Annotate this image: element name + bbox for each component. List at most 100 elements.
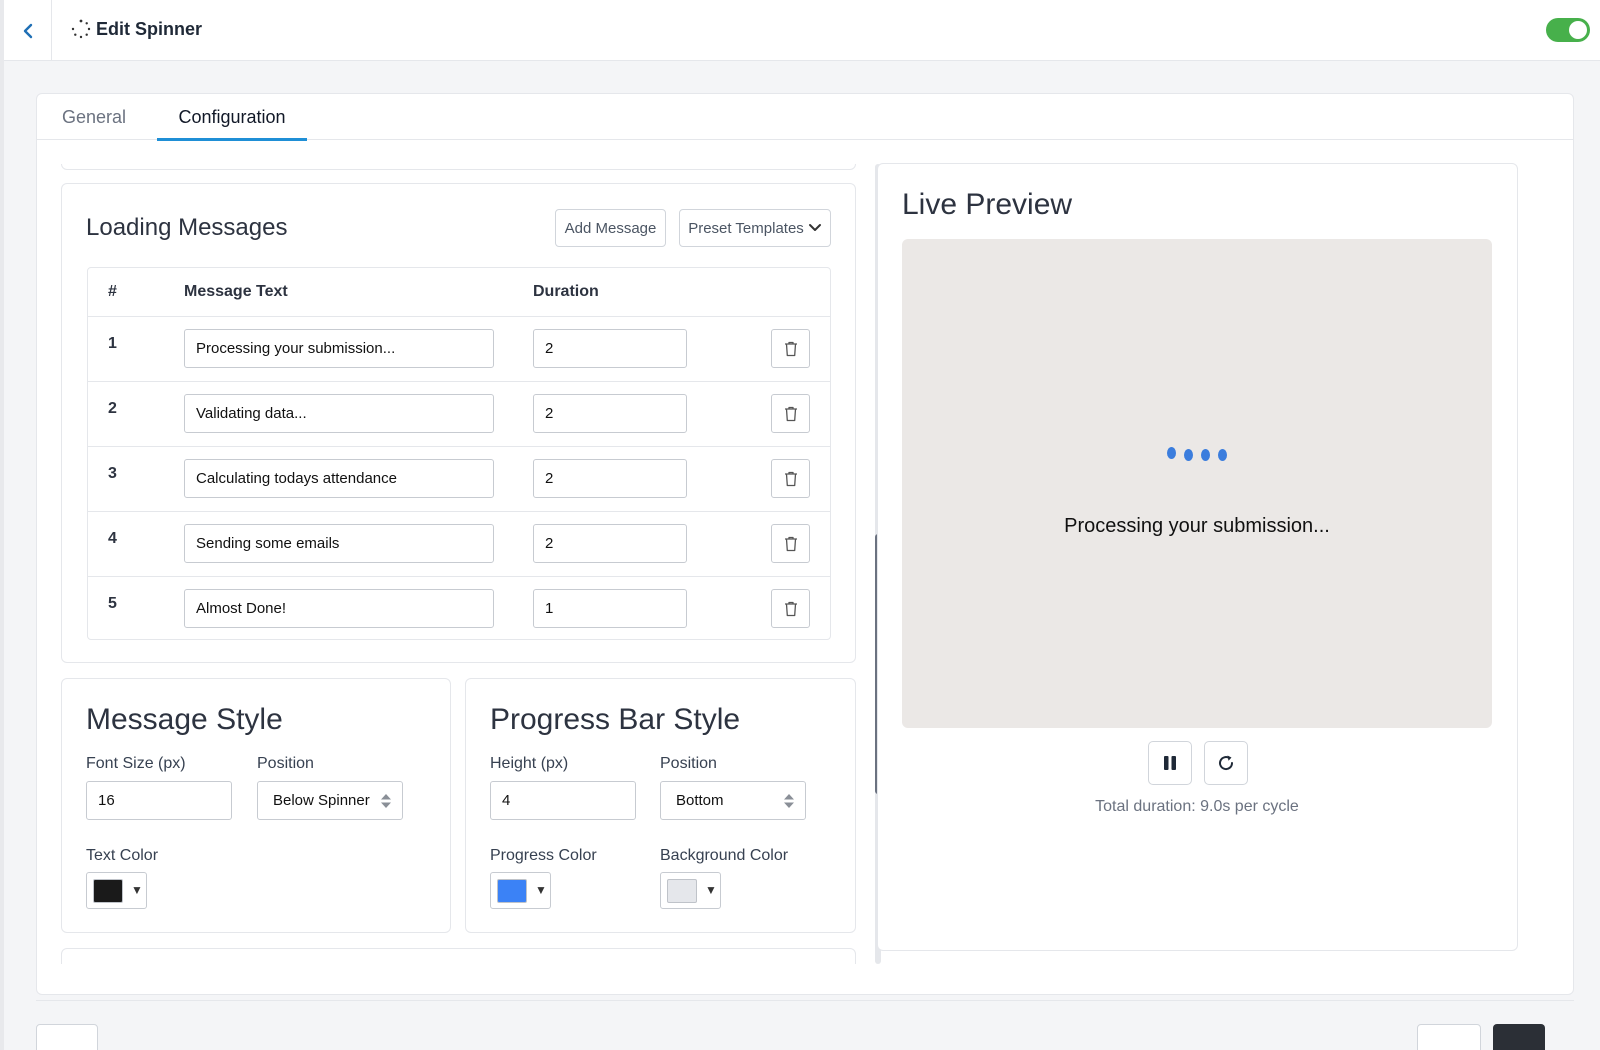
footer-secondary-button[interactable] — [1417, 1024, 1481, 1050]
spinner-dot — [1218, 449, 1227, 461]
delete-row-button[interactable] — [771, 394, 810, 433]
text-color-picker[interactable]: ▼ — [86, 872, 147, 909]
message-text-input[interactable] — [184, 589, 494, 628]
table-row: 4 — [88, 511, 830, 576]
delete-row-button[interactable] — [771, 589, 810, 628]
config-scroll-area[interactable]: Loading Messages Add Message Preset Temp… — [61, 164, 863, 964]
duration-input[interactable] — [533, 329, 687, 368]
trash-icon — [784, 341, 797, 356]
tab-configuration[interactable]: Configuration — [157, 94, 307, 141]
select-arrows-icon — [381, 794, 391, 808]
duration-input[interactable] — [533, 459, 687, 498]
column-header-number: # — [108, 283, 117, 300]
progress-position-value: Bottom — [676, 792, 724, 809]
duration-input[interactable] — [533, 589, 687, 628]
page-title-wrap: Edit Spinner — [70, 18, 202, 40]
tab-configuration-label: Configuration — [178, 106, 286, 127]
font-size-input[interactable] — [86, 781, 232, 820]
top-bar: Edit Spinner — [4, 0, 1600, 61]
progress-position-select[interactable]: Bottom — [660, 781, 806, 820]
progress-color-picker[interactable]: ▼ — [490, 872, 551, 909]
message-text-input[interactable] — [184, 524, 494, 563]
duration-input[interactable] — [533, 394, 687, 433]
refresh-icon — [1219, 755, 1234, 771]
delete-row-button[interactable] — [771, 524, 810, 563]
message-text-input[interactable] — [184, 394, 494, 433]
footer-left-button[interactable] — [36, 1024, 98, 1050]
message-style-title: Message Style — [86, 703, 283, 736]
message-position-value: Below Spinner — [273, 792, 370, 809]
text-color-label: Text Color — [86, 847, 159, 864]
progress-color-label: Progress Color — [490, 847, 597, 864]
progress-position-label: Position — [660, 755, 717, 772]
background-color-label: Background Color — [660, 847, 789, 864]
font-size-label: Font Size (px) — [86, 755, 186, 772]
progress-color-swatch — [497, 879, 527, 903]
pause-icon — [1164, 756, 1176, 770]
progress-bar-style-card: Progress Bar Style Height (px) Position … — [465, 678, 856, 933]
toggle-knob — [1569, 21, 1587, 39]
table-row: 1 — [88, 316, 830, 381]
tab-general[interactable]: General — [37, 94, 151, 140]
tab-bar: General Configuration — [37, 94, 1573, 141]
messages-table: # Message Text Duration 1 2 — [87, 267, 831, 640]
footer-primary-button[interactable] — [1493, 1024, 1545, 1050]
next-section-card — [61, 948, 856, 964]
height-input[interactable] — [490, 781, 636, 820]
preview-message: Processing your submission... — [1064, 515, 1330, 537]
chevron-left-icon — [23, 23, 32, 38]
select-arrows-icon — [784, 794, 794, 808]
main-card: General Configuration Loading Messages A… — [36, 93, 1574, 995]
preset-templates-button[interactable]: Preset Templates — [679, 209, 831, 247]
live-preview-card: Live Preview Processing your submission.… — [877, 163, 1518, 951]
footer-divider — [36, 1000, 1574, 1001]
trash-icon — [784, 601, 797, 616]
spinner-dot — [1167, 447, 1176, 459]
loading-messages-card: Loading Messages Add Message Preset Temp… — [61, 183, 856, 663]
background-color-swatch — [667, 879, 697, 903]
chevron-down-icon — [808, 224, 821, 231]
row-number: 1 — [108, 335, 117, 352]
table-row: 2 — [88, 381, 830, 446]
caret-down-icon: ▼ — [705, 883, 717, 897]
total-duration-text: Total duration: 9.0s per cycle — [1095, 798, 1299, 815]
table-row: 5 — [88, 576, 830, 641]
active-tab-indicator — [157, 138, 307, 141]
trash-icon — [784, 536, 797, 551]
delete-row-button[interactable] — [771, 459, 810, 498]
enabled-toggle[interactable] — [1546, 18, 1590, 42]
column-header-duration: Duration — [533, 283, 599, 300]
spinner-dot — [1201, 449, 1210, 461]
row-number: 4 — [108, 530, 117, 547]
column-header-message-text: Message Text — [184, 283, 288, 300]
text-color-swatch — [93, 879, 123, 903]
duration-input[interactable] — [533, 524, 687, 563]
message-position-select[interactable]: Below Spinner — [257, 781, 403, 820]
progress-bar-style-title: Progress Bar Style — [490, 703, 741, 736]
trash-icon — [784, 406, 797, 421]
add-message-button[interactable]: Add Message — [555, 209, 666, 247]
height-label: Height (px) — [490, 755, 569, 772]
message-position-label: Position — [257, 755, 314, 772]
restart-button[interactable] — [1204, 741, 1248, 785]
caret-down-icon: ▼ — [535, 883, 547, 897]
loading-messages-title: Loading Messages — [86, 214, 288, 241]
previous-section-card — [61, 164, 856, 170]
caret-down-icon: ▼ — [131, 883, 143, 897]
spinner-dots — [1167, 447, 1227, 461]
message-text-input[interactable] — [184, 329, 494, 368]
left-edge-strip — [0, 0, 4, 1050]
spinner-icon — [71, 19, 91, 39]
trash-icon — [784, 471, 797, 486]
page-title: Edit Spinner — [96, 18, 203, 39]
pause-button[interactable] — [1148, 741, 1192, 785]
spinner-dot — [1184, 449, 1193, 461]
back-button[interactable] — [4, 0, 52, 61]
row-number: 3 — [108, 465, 117, 482]
preset-templates-label: Preset Templates — [688, 219, 804, 237]
background-color-picker[interactable]: ▼ — [660, 872, 721, 909]
table-row: 3 — [88, 446, 830, 511]
message-text-input[interactable] — [184, 459, 494, 498]
delete-row-button[interactable] — [771, 329, 810, 368]
message-style-card: Message Style Font Size (px) Position Be… — [61, 678, 451, 933]
